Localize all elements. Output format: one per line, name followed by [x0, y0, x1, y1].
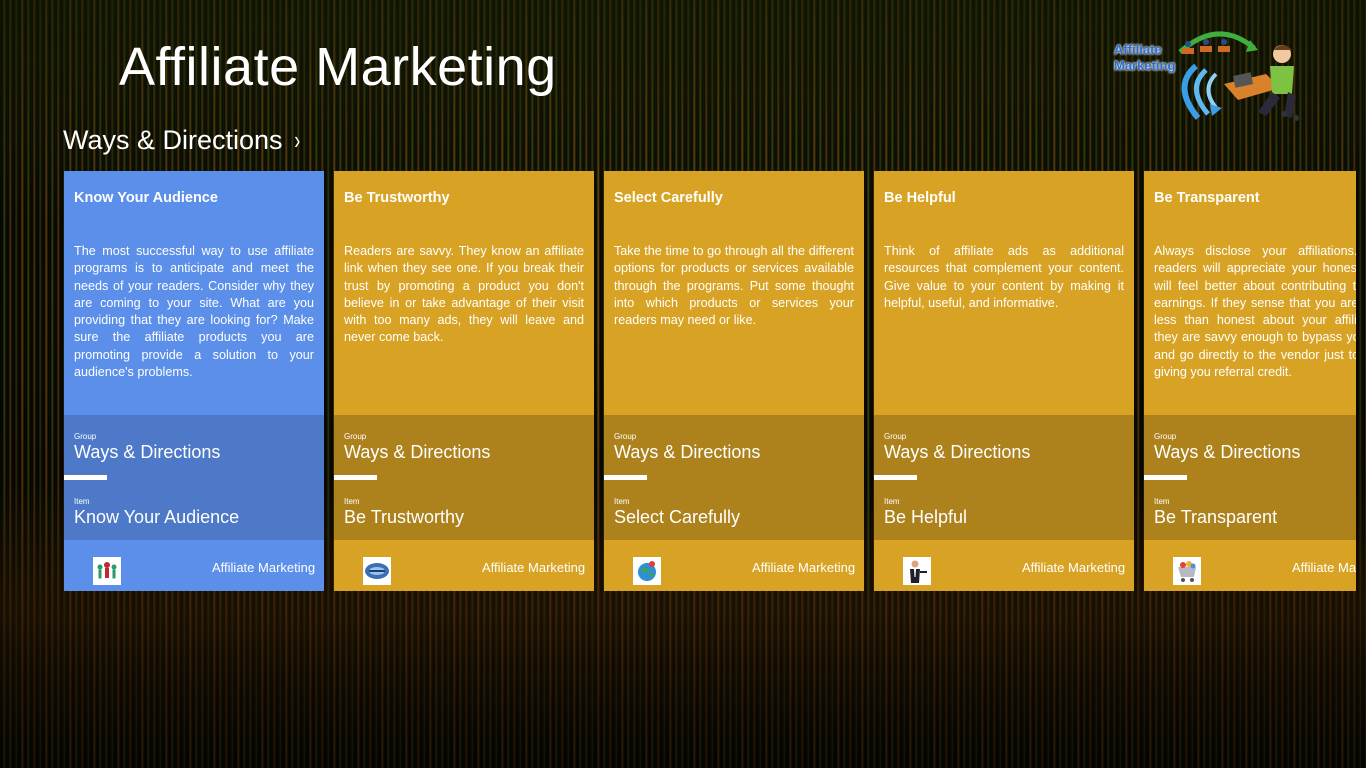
affiliate-marketing-logo: Affiliate Marketing — [1108, 22, 1308, 126]
card-title: Know Your Audience — [74, 190, 218, 206]
card-item-band: Item Select Carefully — [604, 480, 864, 540]
globe-icon — [633, 557, 661, 585]
app-title: Affiliate Marketing — [119, 37, 557, 97]
footer-label: Affiliate Marketing — [752, 560, 856, 575]
card-footer: Affiliate Marketing — [64, 540, 324, 591]
cards-scroll-viewport[interactable]: Know Your Audience The most successful w… — [64, 171, 1356, 591]
card-footer: Affiliate Marketing — [334, 540, 594, 591]
section-header-link[interactable]: Ways & Directions › — [63, 125, 301, 156]
card-title: Be Transparent — [1154, 190, 1260, 206]
card-description: Think of affiliate ads as additional res… — [884, 244, 1124, 310]
card-item-band: Item Be Trustworthy — [334, 480, 594, 540]
card-content: Be Trustworthy Readers are savvy. They k… — [334, 171, 594, 415]
card-item-band: Item Be Helpful — [874, 480, 1134, 540]
chevron-right-icon: › — [293, 125, 300, 155]
group-label: Group — [344, 432, 367, 441]
item-value: Know Your Audience — [74, 507, 240, 527]
item-label: Item — [1154, 497, 1170, 506]
group-value: Ways & Directions — [614, 442, 761, 462]
item-label: Item — [74, 497, 90, 506]
group-value: Ways & Directions — [74, 442, 221, 462]
card-group-band: Group Ways & Directions — [334, 415, 594, 475]
item-value: Select Carefully — [614, 507, 741, 527]
card-footer: Affiliate Marketing — [874, 540, 1134, 591]
footer-label: Affiliate Marketing — [212, 560, 316, 575]
footer-label: Affiliate Marketing — [1292, 560, 1356, 575]
wordcloud-icon — [363, 557, 391, 585]
footer-label: Affiliate Marketing — [482, 560, 586, 575]
card-group-band: Group Ways & Directions — [874, 415, 1134, 475]
logo-illustration-icon — [1178, 31, 1299, 121]
group-label: Group — [1154, 432, 1177, 441]
card-title: Be Helpful — [884, 190, 956, 206]
card-content: Select Carefully Take the time to go thr… — [604, 171, 864, 415]
item-value: Be Trustworthy — [344, 507, 465, 527]
card-select-carefully[interactable]: Select Carefully Take the time to go thr… — [604, 171, 864, 591]
card-footer: Affiliate Marketing — [604, 540, 864, 591]
card-title: Be Trustworthy — [344, 190, 450, 206]
group-value: Ways & Directions — [884, 442, 1031, 462]
group-label: Group — [614, 432, 637, 441]
logo-text-line2: Marketing — [1114, 58, 1176, 73]
card-know-your-audience[interactable]: Know Your Audience The most successful w… — [64, 171, 324, 591]
card-content: Be Transparent Always disclose your affi… — [1144, 171, 1356, 415]
group-label: Group — [74, 432, 97, 441]
group-value: Ways & Directions — [1154, 442, 1301, 462]
card-title: Select Carefully — [614, 190, 723, 206]
card-description: Take the time to go through all the diff… — [614, 244, 854, 328]
card-be-helpful[interactable]: Be Helpful Think of affiliate ads as add… — [874, 171, 1134, 591]
item-value: Be Transparent — [1154, 507, 1278, 527]
shopping-cart-icon — [1173, 557, 1201, 585]
footer-label: Affiliate Marketing — [1022, 560, 1126, 575]
item-label: Item — [884, 497, 900, 506]
businessman-icon — [903, 557, 931, 585]
card-group-band: Group Ways & Directions — [604, 415, 864, 475]
card-be-trustworthy[interactable]: Be Trustworthy Readers are savvy. They k… — [334, 171, 594, 591]
card-group-band: Group Ways & Directions — [1144, 415, 1356, 475]
group-label: Group — [884, 432, 907, 441]
card-item-band: Item Know Your Audience — [64, 480, 324, 540]
item-label: Item — [344, 497, 360, 506]
people-icon — [93, 557, 121, 585]
card-footer: Affiliate Marketing — [1144, 540, 1356, 591]
card-be-transparent[interactable]: Be Transparent Always disclose your affi… — [1144, 171, 1356, 591]
group-value: Ways & Directions — [344, 442, 491, 462]
card-group-band: Group Ways & Directions — [64, 415, 324, 475]
card-description: Always disclose your affiliations. Your … — [1154, 244, 1356, 380]
logo-text-line1: Affiliate — [1114, 42, 1162, 57]
section-title: Ways & Directions — [63, 125, 283, 155]
card-description: The most successful way to use affiliate… — [74, 244, 314, 380]
card-content: Know Your Audience The most successful w… — [64, 171, 324, 415]
card-item-band: Item Be Transparent — [1144, 480, 1356, 540]
item-label: Item — [614, 497, 630, 506]
card-content: Be Helpful Think of affiliate ads as add… — [874, 171, 1134, 415]
card-description: Readers are savvy. They know an affiliat… — [344, 244, 584, 345]
item-value: Be Helpful — [884, 507, 968, 527]
